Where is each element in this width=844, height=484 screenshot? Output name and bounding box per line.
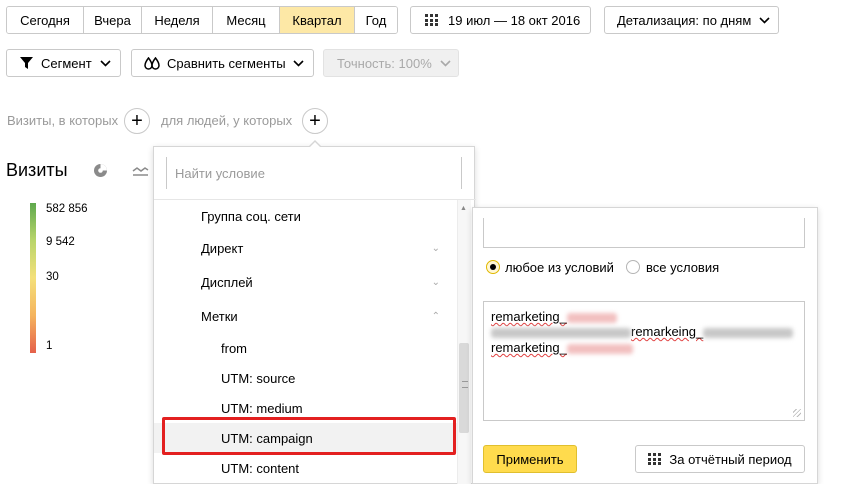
filter-icon — [20, 57, 33, 69]
value-line: remarketing_ — [491, 309, 567, 324]
condition-item-from[interactable]: from — [154, 333, 458, 363]
condition-item-label: from — [221, 340, 247, 356]
chevron-down-icon: ⌄ — [431, 242, 440, 254]
apply-button[interactable]: Применить — [483, 445, 577, 473]
condition-item-label: Метки — [201, 308, 238, 324]
calendar-icon — [648, 453, 662, 465]
divider — [154, 199, 476, 200]
chevron-up-icon: ⌃ — [431, 310, 440, 322]
period-today-button[interactable]: Сегодня — [7, 7, 84, 33]
legend-mid-high: 9 542 — [46, 236, 75, 248]
period-week-button[interactable]: Неделя — [142, 7, 213, 33]
redacted-text — [566, 343, 633, 354]
compare-segments-label: Сравнить сегменты — [167, 55, 286, 71]
value-line: remarkeing_ — [631, 324, 704, 339]
report-period-button[interactable]: За отчётный период — [635, 445, 805, 473]
chevron-down-icon — [100, 59, 111, 67]
line-chart-icon[interactable] — [132, 165, 149, 176]
redacted-text — [566, 312, 617, 323]
chevron-down-icon — [293, 59, 304, 67]
popup-caret-inner — [309, 142, 321, 148]
segment-label: Сегмент — [41, 55, 92, 71]
period-yesterday-button[interactable]: Вчера — [84, 7, 142, 33]
accuracy-dropdown[interactable]: Точность: 100% — [323, 49, 459, 77]
detail-dropdown[interactable]: Детализация: по дням — [604, 6, 779, 34]
redacted-text — [491, 327, 631, 338]
chevron-down-icon — [440, 59, 451, 67]
scrollbar-thumb[interactable] — [459, 343, 469, 433]
period-quarter-button[interactable]: Квартал — [280, 7, 355, 33]
legend-max: 582 856 — [46, 203, 88, 215]
condition-item-label: Директ — [201, 240, 244, 256]
condition-group-tags[interactable]: Метки ⌃ — [154, 301, 458, 331]
condition-item-label: UTM: medium — [221, 400, 303, 416]
value-line: remarketing_ — [491, 340, 567, 355]
condition-value-panel: любое из условий все условия remarketing… — [472, 207, 818, 484]
report-period-label: За отчётный период — [669, 451, 792, 467]
compare-drops-icon — [144, 56, 160, 70]
accuracy-label: Точность: 100% — [337, 55, 432, 71]
visits-condition-label: Визиты, в которых — [7, 113, 119, 128]
segment-button[interactable]: Сегмент — [6, 49, 121, 77]
chevron-down-icon — [759, 16, 770, 24]
condition-item-utm-source[interactable]: UTM: source — [154, 363, 458, 393]
radio-all[interactable] — [626, 260, 640, 274]
condition-item-label: UTM: source — [221, 370, 296, 386]
detail-label: Детализация: по дням — [617, 12, 752, 28]
compare-segments-button[interactable]: Сравнить сегменты — [131, 49, 314, 77]
report-title: Визиты — [6, 160, 68, 180]
condition-item-utm-content[interactable]: UTM: content — [154, 453, 458, 483]
chevron-down-icon: ⌄ — [431, 276, 440, 288]
condition-item-label: Дисплей — [201, 274, 253, 290]
period-selector: Сегодня Вчера Неделя Месяц Квартал Год — [6, 6, 398, 34]
condition-group-display[interactable]: Дисплей ⌄ — [154, 267, 458, 297]
condition-item[interactable]: Группа соц. сети — [154, 201, 458, 231]
condition-name-field[interactable] — [483, 218, 805, 248]
radio-all-label[interactable]: все условия — [646, 260, 719, 275]
condition-item-label: UTM: content — [221, 460, 300, 476]
resize-handle-icon[interactable] — [793, 409, 801, 417]
condition-group-direct[interactable]: Директ ⌄ — [154, 233, 458, 263]
legend-mid-low: 30 — [46, 271, 59, 283]
period-year-button[interactable]: Год — [355, 7, 397, 33]
scroll-up-icon[interactable]: ▲ — [460, 205, 467, 212]
plus-icon: + — [309, 110, 321, 132]
search-placeholder: Найти условие — [175, 166, 265, 181]
redacted-text — [703, 327, 794, 338]
condition-values-textarea[interactable]: remarketing_ remarkeing_ remarketing_ — [483, 301, 805, 421]
date-range-button[interactable]: 19 июл — 18 окт 2016 — [410, 6, 591, 34]
apply-label: Применить — [496, 451, 564, 467]
map-legend-bar — [30, 203, 36, 353]
dropdown-scrollbar[interactable] — [457, 200, 471, 484]
condition-item-label: Группа соц. сети — [201, 208, 301, 224]
plus-icon: + — [131, 110, 143, 132]
radio-any-label[interactable]: любое из условий — [505, 260, 614, 275]
highlight-box — [162, 417, 456, 455]
pie-chart-icon[interactable] — [93, 163, 108, 178]
condition-search-input[interactable]: Найти условие — [166, 157, 462, 189]
calendar-icon — [425, 14, 439, 26]
radio-any[interactable] — [486, 260, 500, 274]
add-visit-condition-button[interactable]: + — [124, 108, 150, 134]
grip-icon — [462, 381, 468, 388]
date-range-label: 19 июл — 18 окт 2016 — [448, 12, 581, 28]
add-people-condition-button[interactable]: + — [302, 108, 328, 134]
period-month-button[interactable]: Месяц — [213, 7, 280, 33]
people-condition-label: для людей, у которых — [161, 113, 293, 128]
legend-min: 1 — [46, 340, 53, 352]
